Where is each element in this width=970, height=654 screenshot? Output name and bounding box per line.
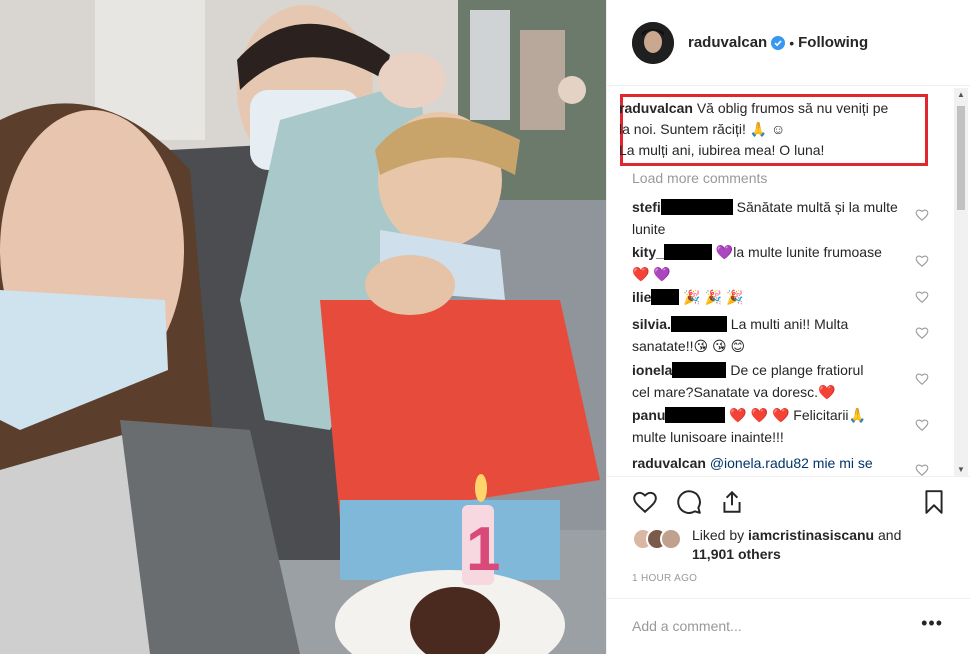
instagram-post: 1 raduvalcan • Following raduvalcan Vă o… <box>0 0 970 654</box>
comment-item: raduvalcan @ionela.radu82 mie mi se <box>632 452 917 474</box>
comment-text-cont: cel mare?Sanatate va doresc.❤️ <box>632 384 836 400</box>
comment-text-cont: lunite <box>632 221 666 237</box>
scrollbar-thumb[interactable] <box>957 106 965 210</box>
comment-item: ilie 🎉 🎉 🎉 <box>632 286 917 308</box>
following-button[interactable]: Following <box>798 34 868 51</box>
comment-text: 🎉 🎉 🎉 <box>679 289 744 305</box>
liked-by-text: Liked by iamcristinasiscanu and 11,901 o… <box>692 526 901 564</box>
comment-username[interactable]: stefi <box>632 199 661 215</box>
svg-text:1: 1 <box>466 515 500 584</box>
comment-item: ionela De ce plange fratiorul cel mare?S… <box>632 359 917 403</box>
more-options-icon[interactable]: ••• <box>921 613 943 634</box>
like-comment-heart-icon[interactable] <box>915 326 929 340</box>
verified-badge-icon <box>771 35 786 50</box>
comment-text-cont: sanatate!!😘 😘 😊 <box>632 338 746 354</box>
comment-text: Sănătate multă și la multe <box>732 199 898 215</box>
comment-text-cont: multe lunisoare inainte!!! <box>632 429 784 445</box>
comment-username[interactable]: panu <box>632 407 665 423</box>
like-comment-heart-icon[interactable] <box>915 290 929 304</box>
like-comment-heart-icon[interactable] <box>915 418 929 432</box>
like-comment-heart-icon[interactable] <box>915 254 929 268</box>
comment-text: @ionela.radu82 mie mi se <box>705 455 873 471</box>
separator-dot: • <box>789 34 795 51</box>
like-comment-heart-icon[interactable] <box>915 463 929 476</box>
comment-item: silvia. La multi ani!! Multa sanatate!!😘… <box>632 313 917 357</box>
comment-item: kity_ 💜la multe lunite frumoase ❤️ 💜 <box>632 241 917 285</box>
add-comment-bar: Add a comment... ••• <box>607 598 970 654</box>
user-avatar[interactable] <box>632 21 674 64</box>
redaction-bar <box>665 407 726 423</box>
comment-item: stefi Sănătate multă și la multe lunite <box>632 196 917 240</box>
liked-by-others[interactable]: 11,901 others <box>692 546 781 562</box>
comment-username[interactable]: raduvalcan <box>632 455 706 471</box>
redaction-bar <box>660 199 733 215</box>
comments-list: raduvalcan Vă oblig frumos să nu veniți … <box>607 88 970 476</box>
caption-line-3: La mulți ani, iubirea mea! O luna! <box>619 142 825 158</box>
share-icon[interactable] <box>719 489 745 515</box>
comment-username[interactable]: ionela <box>632 362 672 378</box>
comment-text: ❤️ ❤️ ❤️ Felicitarii🙏 <box>725 407 866 423</box>
post-side-panel: raduvalcan • Following raduvalcan Vă obl… <box>606 0 970 654</box>
like-comment-heart-icon[interactable] <box>915 372 929 386</box>
liked-by-and: and <box>878 527 902 543</box>
comment-bubble-icon[interactable] <box>676 489 702 515</box>
scroll-down-arrow-icon[interactable]: ▼ <box>957 465 965 474</box>
post-timestamp[interactable]: 1 HOUR AGO <box>632 573 697 584</box>
add-comment-input[interactable]: Add a comment... <box>632 618 742 634</box>
comment-item: panu ❤️ ❤️ ❤️ Felicitarii🙏 multe lunisoa… <box>632 404 917 448</box>
comment-username[interactable]: silvia. <box>632 316 671 332</box>
redaction-bar <box>670 316 727 332</box>
comment-username[interactable]: kity_ <box>632 244 664 260</box>
caption-username[interactable]: raduvalcan <box>619 100 693 116</box>
comment-text: 💜la multe lunite frumoase <box>711 244 882 260</box>
header-username[interactable]: raduvalcan <box>688 34 767 51</box>
like-heart-icon[interactable] <box>632 489 658 515</box>
comment-text: La multi ani!! Multa <box>726 316 849 332</box>
comment-text: De ce plange fratiorul <box>726 362 864 378</box>
redaction-bar <box>663 244 712 260</box>
redaction-bar <box>651 289 680 305</box>
scroll-up-arrow-icon[interactable]: ▲ <box>957 90 965 99</box>
like-comment-heart-icon[interactable] <box>915 208 929 222</box>
comment-username[interactable]: ilie <box>632 289 651 305</box>
comments-scrollbar[interactable]: ▲ ▼ <box>954 88 968 476</box>
caption-line-1: Vă oblig frumos să nu veniți pe <box>696 100 889 116</box>
post-photo[interactable]: 1 <box>0 0 606 654</box>
caption-line-2: la noi. Suntem răciți! 🙏 ☺ <box>619 121 786 137</box>
load-more-comments-button[interactable]: Load more comments <box>632 170 767 186</box>
post-header: raduvalcan • Following <box>607 0 970 86</box>
redaction-bar <box>672 362 727 378</box>
liker-avatars <box>632 528 688 550</box>
family-photo-illustration: 1 <box>0 0 606 654</box>
liked-by-prefix: Liked by <box>692 527 745 543</box>
avatar-image <box>632 21 674 64</box>
save-bookmark-icon[interactable] <box>921 489 947 515</box>
caption: raduvalcan Vă oblig frumos să nu veniți … <box>619 98 909 161</box>
comment-text-cont: ❤️ 💜 <box>632 266 671 282</box>
liker-avatar[interactable] <box>660 528 682 550</box>
liked-by-user[interactable]: iamcristinasiscanu <box>748 527 874 543</box>
